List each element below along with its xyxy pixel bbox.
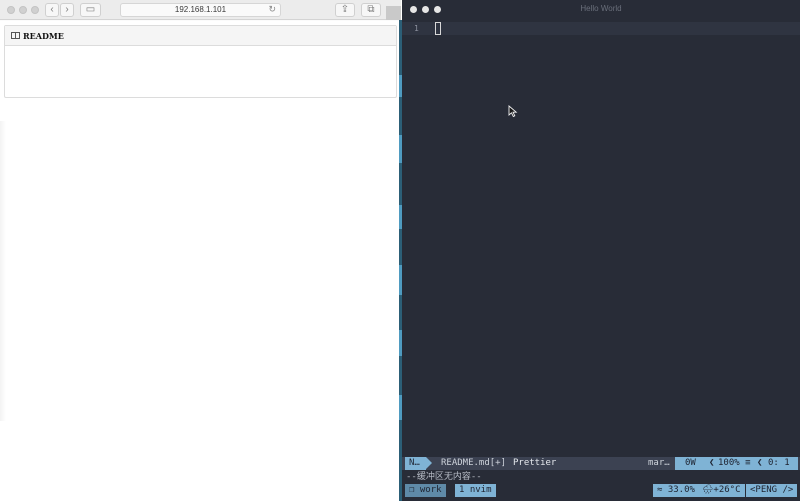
tmux-window-tab[interactable]: 1 nvim xyxy=(455,484,496,497)
web-page: README xyxy=(0,21,401,501)
forward-button[interactable]: › xyxy=(60,3,74,17)
address-text: 192.168.1.101 xyxy=(174,5,227,14)
vim-mode-indicator: N… xyxy=(405,457,432,470)
terminal-title: Hello World xyxy=(580,4,622,13)
page-shadow xyxy=(0,121,6,421)
browser-toolbar: ‹ › ▭ 192.168.1.101 ↻ ⇪ ⧉ xyxy=(0,0,401,20)
vim-cmdline: --缓冲区无内容-- xyxy=(406,472,482,482)
back-button[interactable]: ‹ xyxy=(45,3,59,17)
vim-filename: README.md[+] xyxy=(441,458,507,468)
vim-cursor-position: 0: 1 xyxy=(768,458,790,468)
readme-box: README xyxy=(4,25,397,98)
separator-icon: ❮ xyxy=(709,458,715,468)
mouse-pointer-icon xyxy=(508,105,518,118)
vim-percent: 100% ≡ xyxy=(718,458,751,468)
book-icon xyxy=(11,32,20,39)
tmux-user: <PENG /> xyxy=(746,484,798,497)
window-edge-handle[interactable] xyxy=(386,6,401,20)
tmux-weather: 🌧+26°C xyxy=(698,484,745,497)
vim-warnings: 0W xyxy=(685,458,696,468)
tabs-button[interactable]: ⧉ xyxy=(361,3,381,17)
tmux-cpu: ≈ 33.0% xyxy=(653,484,699,497)
reload-icon[interactable]: ↻ xyxy=(268,4,276,15)
tmux-status-bar: ❐ work 1 nvim ≈ 33.0% 🌧+26°C <PENG /> xyxy=(402,484,800,497)
share-button[interactable]: ⇪ xyxy=(335,3,355,17)
address-bar[interactable]: 192.168.1.101 ↻ xyxy=(120,3,281,17)
line-number: 1 xyxy=(414,24,419,33)
vim-filetype: mar… xyxy=(648,458,670,468)
vim-formatter: Prettier xyxy=(513,458,557,468)
close-window-button[interactable] xyxy=(7,6,15,14)
tmux-session[interactable]: ❐ work xyxy=(405,484,446,497)
browser-window: ‹ › ▭ 192.168.1.101 ↻ ⇪ ⧉ README xyxy=(0,0,401,501)
cursor-line xyxy=(402,22,800,35)
readme-header: README xyxy=(5,26,396,46)
sidebar-button[interactable]: ▭ xyxy=(80,3,101,17)
minimize-window-button[interactable] xyxy=(19,6,27,14)
zoom-window-button[interactable] xyxy=(31,6,39,14)
text-cursor xyxy=(435,22,441,35)
chevron-left-icon: ‹ xyxy=(50,4,54,15)
vim-status-right: 0W ❮ 100% ≡ ❮ 0: 1 xyxy=(675,457,798,470)
separator-icon: ❮ xyxy=(757,458,763,468)
chevron-right-icon: › xyxy=(65,4,69,15)
readme-title: README xyxy=(23,30,64,41)
sidebar-icon: ▭ xyxy=(85,4,96,15)
terminal-title-bar: Hello World xyxy=(402,0,800,18)
terminal-window: Hello World 1 N… README.md[+] Prettier m… xyxy=(402,0,800,501)
vim-statusline: N… README.md[+] Prettier mar… 0W ❮ 100% … xyxy=(402,457,800,470)
share-icon: ⇪ xyxy=(340,4,350,15)
tabs-icon: ⧉ xyxy=(367,4,375,15)
